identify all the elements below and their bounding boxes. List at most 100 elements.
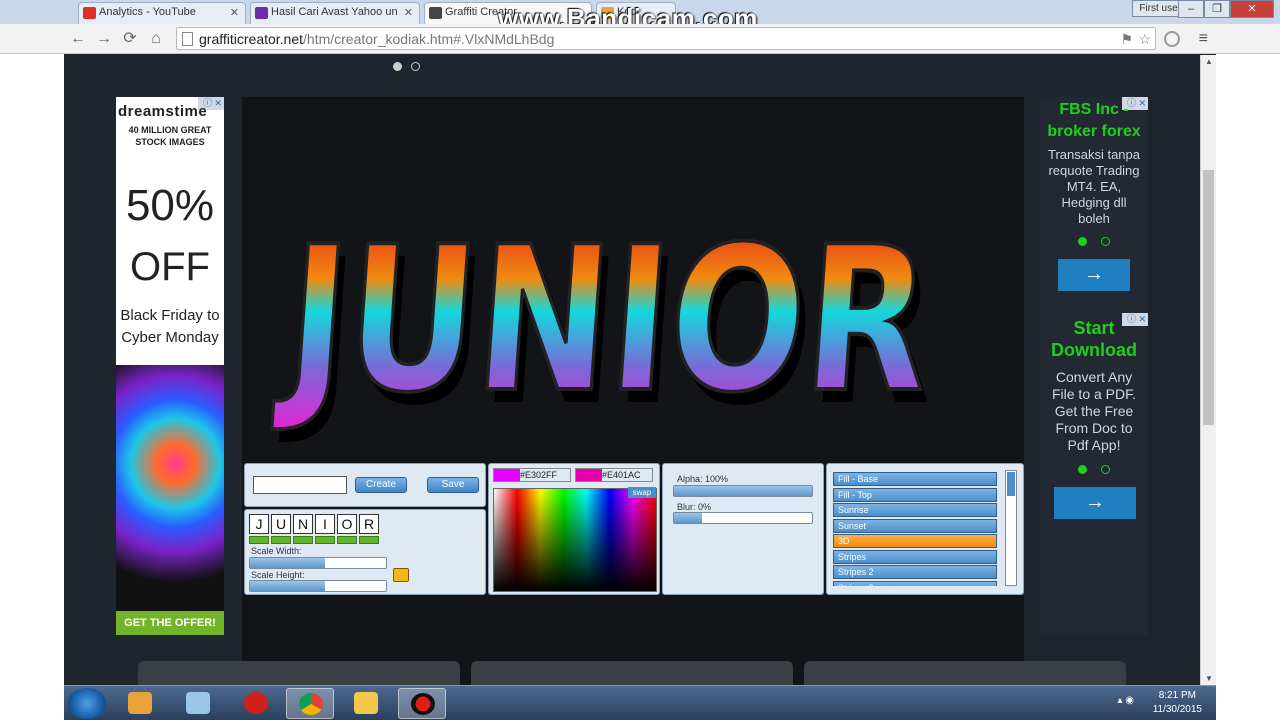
- save-button[interactable]: Save: [427, 477, 479, 493]
- bookmark-star-icon[interactable]: ☆: [1138, 31, 1151, 48]
- letter-toggle[interactable]: [293, 536, 313, 544]
- style-list-scrollbar[interactable]: [1005, 470, 1017, 586]
- close-window-button[interactable]: ✕: [1230, 0, 1274, 18]
- ad-fbs-text: Transaksi tanpa requote Trading MT4. EA,…: [1047, 147, 1140, 226]
- alpha-blur-panel: Alpha: 100% Blur: 0%: [662, 463, 824, 595]
- ad-percent: 50%: [125, 181, 215, 230]
- scrollbar-thumb[interactable]: [1203, 170, 1214, 425]
- address-bar[interactable]: graffiticreator.net/htm/creator_kodiak.h…: [176, 27, 1156, 50]
- style-list-item[interactable]: Stripes 3: [833, 580, 997, 586]
- web-page: ⓘ ✕ dreamstime 40 MILLION GREAT STOCK IM…: [64, 55, 1200, 689]
- scale-width-slider[interactable]: [249, 557, 387, 569]
- style-list-item[interactable]: 3D: [833, 534, 997, 548]
- ad-fbs-title[interactable]: FBS Inc - broker forex: [1040, 99, 1148, 143]
- tab-yahoo-search[interactable]: Hasil Cari Avast Yahoo un ✕: [250, 2, 420, 24]
- alpha-slider[interactable]: [673, 485, 813, 497]
- carousel-dot-active[interactable]: [393, 62, 402, 71]
- letter-toggle[interactable]: [359, 536, 379, 544]
- style-list-item[interactable]: Stripes: [833, 549, 997, 564]
- slider-fill: [674, 513, 702, 523]
- yahoo-icon: [255, 7, 268, 19]
- color1-chip: [494, 469, 520, 481]
- taskbar-opera[interactable]: [232, 688, 280, 719]
- tab-analytics-youtube[interactable]: Analytics - YouTube ✕: [78, 2, 246, 24]
- right-margin: [1216, 0, 1280, 720]
- slider-fill: [250, 581, 325, 591]
- create-button[interactable]: Create: [355, 477, 407, 493]
- taskbar-clock[interactable]: 8:21 PM 11/30/2015: [1153, 689, 1202, 717]
- ad-cta-button[interactable]: GET THE OFFER!: [116, 611, 224, 635]
- opera-icon: [244, 692, 268, 714]
- scroll-up-arrow-icon[interactable]: ▲: [1201, 57, 1217, 66]
- aspect-lock-icon[interactable]: [393, 568, 409, 582]
- letter-toggle[interactable]: [249, 536, 269, 544]
- windows-taskbar: ▴ ◉ 8:21 PM 11/30/2015: [64, 685, 1216, 720]
- chrome-menu-icon[interactable]: ≡: [1199, 30, 1208, 48]
- extension-globe-icon[interactable]: [1164, 31, 1180, 47]
- ad-dot[interactable]: [1101, 465, 1110, 474]
- reload-icon[interactable]: ⟳: [120, 29, 140, 49]
- ad-promo: Black Friday to Cyber Monday: [120, 307, 220, 346]
- windows-start-button[interactable]: [68, 688, 106, 719]
- system-tray[interactable]: ▴ ◉: [1117, 695, 1134, 706]
- letter-button[interactable]: J: [249, 514, 269, 534]
- style-list-item[interactable]: Sunset: [833, 518, 997, 533]
- taskbar-explorer[interactable]: [342, 688, 390, 719]
- letter-button[interactable]: N: [293, 514, 313, 534]
- ad-brand: dreamstime: [118, 103, 208, 120]
- ad-dot[interactable]: [1101, 237, 1110, 246]
- home-icon[interactable]: ⌂: [146, 29, 166, 49]
- clock-date: 11/30/2015: [1152, 704, 1202, 715]
- graffiti-text-input[interactable]: [253, 476, 347, 494]
- text-input-panel: Create Save: [244, 463, 486, 507]
- ad-download-arrow-button[interactable]: →: [1054, 487, 1136, 519]
- back-arrow-icon[interactable]: ←: [68, 29, 88, 49]
- ad-dot-active[interactable]: [1078, 237, 1087, 246]
- page-scrollbar[interactable]: ▲ ▼: [1200, 55, 1216, 685]
- style-list-item[interactable]: Stripes 2: [833, 565, 997, 579]
- blur-slider[interactable]: [673, 512, 813, 524]
- taskbar-media-player[interactable]: [116, 688, 164, 719]
- folder-icon: [354, 692, 378, 714]
- ad-fbs-arrow-button[interactable]: →: [1058, 259, 1130, 291]
- letter-button[interactable]: R: [359, 514, 379, 534]
- graffiti-stage: JUNIOR JUNIOR Create Save J U N I O R Sc…: [242, 97, 1024, 687]
- minimize-button[interactable]: –: [1178, 0, 1204, 18]
- color1-swatch[interactable]: #E302FF: [493, 468, 571, 482]
- ad-dot-active[interactable]: [1078, 465, 1087, 474]
- graffiti-text: JUNIOR: [271, 204, 937, 437]
- color2-swatch[interactable]: #E401AC: [575, 468, 653, 482]
- media-player-icon: [128, 692, 152, 714]
- record-icon: [411, 693, 435, 715]
- graffiti-artwork: JUNIOR JUNIOR: [269, 202, 944, 450]
- swap-colors-button[interactable]: swap: [628, 487, 656, 498]
- notes-icon: [186, 692, 210, 714]
- taskbar-notes[interactable]: [174, 688, 222, 719]
- slider-fill: [674, 486, 812, 496]
- letter-button[interactable]: U: [271, 514, 291, 534]
- close-tab-icon[interactable]: ✕: [230, 6, 239, 19]
- color-palette[interactable]: [493, 488, 657, 592]
- translate-icon[interactable]: ⚑: [1120, 31, 1133, 48]
- forward-arrow-icon[interactable]: →: [94, 29, 114, 49]
- color1-hex: #E302FF: [520, 470, 558, 480]
- style-list-item[interactable]: Fill - Top: [833, 487, 997, 502]
- taskbar-bandicam[interactable]: [398, 688, 446, 719]
- scale-height-slider[interactable]: [249, 580, 387, 592]
- style-list-item[interactable]: Fill - Base: [833, 472, 997, 486]
- restore-button[interactable]: ❐: [1204, 0, 1230, 18]
- carousel-dot[interactable]: [411, 62, 420, 71]
- letter-toggle[interactable]: [337, 536, 357, 544]
- letter-button[interactable]: I: [315, 514, 335, 534]
- ad-download-title[interactable]: Start Download: [1040, 317, 1148, 361]
- letter-toggle[interactable]: [315, 536, 335, 544]
- scroll-down-arrow-icon[interactable]: ▼: [1201, 674, 1217, 683]
- scrollbar-thumb[interactable]: [1007, 472, 1015, 496]
- taskbar-chrome[interactable]: [286, 688, 334, 719]
- style-list-item[interactable]: Sunrise: [833, 503, 997, 517]
- close-tab-icon[interactable]: ✕: [404, 6, 413, 19]
- letter-button[interactable]: O: [337, 514, 357, 534]
- scale-height-label: Scale Height:: [251, 570, 305, 580]
- dreamstime-ad[interactable]: ⓘ ✕ dreamstime 40 MILLION GREAT STOCK IM…: [116, 97, 224, 635]
- letter-toggle[interactable]: [271, 536, 291, 544]
